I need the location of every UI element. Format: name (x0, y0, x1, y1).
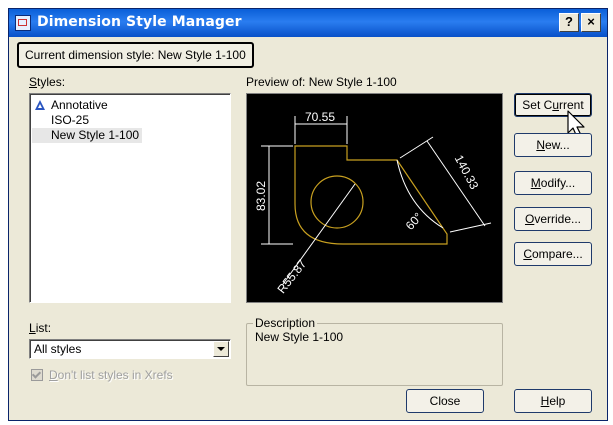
dont-list-xrefs-label: Don't list styles in Xrefs (49, 368, 173, 382)
description-group: Description New Style 1-100 (246, 316, 503, 386)
style-item-annotative[interactable]: Annotative (32, 98, 111, 113)
style-item-new-style-1-100[interactable]: New Style 1-100 (32, 128, 143, 143)
dont-list-xrefs-checkbox[interactable] (31, 369, 43, 381)
part-outline (294, 145, 448, 245)
preview-label: Preview of: New Style 1-100 (246, 75, 397, 89)
dropdown-arrow-icon[interactable] (213, 341, 229, 357)
description-title: Description (253, 316, 318, 330)
modify-button[interactable]: Modify... (514, 171, 592, 195)
list-filter-label: List: (29, 321, 52, 335)
dim-left-value: 83.02 (254, 181, 268, 211)
styles-list[interactable]: Annotative ISO-25 New Style 1-100 (29, 93, 231, 303)
compare-button[interactable]: Compare... (514, 242, 592, 266)
list-filter-select[interactable]: All styles (29, 339, 231, 359)
new-button[interactable]: New... (514, 133, 592, 157)
dim-radius-value: R55.87 (274, 257, 309, 296)
help-button[interactable]: Help (514, 389, 592, 413)
list-filter-value: All styles (34, 342, 82, 356)
dim-right-value: 140.33 (452, 153, 482, 192)
annotative-triangle-icon (35, 100, 45, 110)
help-title-button[interactable]: ? (559, 13, 579, 32)
dimension-preview: 70.55 83.02 140.33 60° R55.87 (246, 93, 503, 303)
dialog-title: Dimension Style Manager (37, 14, 242, 30)
current-dimension-style-label: Current dimension style: New Style 1-100 (17, 42, 254, 68)
dimension-style-manager-dialog: Dimension Style Manager ? × Current dime… (8, 8, 608, 421)
style-item-iso-25[interactable]: ISO-25 (32, 113, 92, 128)
styles-label: Styles: (29, 75, 66, 89)
part-hole (310, 175, 364, 229)
description-value: New Style 1-100 (255, 330, 344, 344)
preview-drawing: 70.55 83.02 140.33 60° R55.87 (254, 110, 492, 296)
close-title-button[interactable]: × (581, 13, 601, 32)
dimension-style-app-icon (15, 15, 31, 31)
close-button[interactable]: Close (406, 389, 484, 413)
title-bar[interactable]: Dimension Style Manager ? × (9, 9, 607, 37)
override-button[interactable]: Override... (514, 207, 592, 231)
dim-top-value: 70.55 (305, 110, 335, 124)
dim-angle-value: 60° (403, 210, 426, 233)
